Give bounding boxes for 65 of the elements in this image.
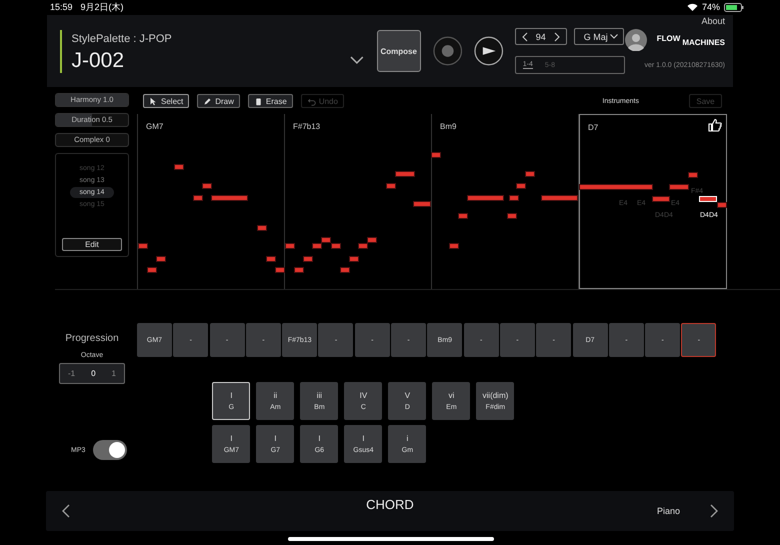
note-block[interactable] [652,196,670,202]
thumbs-up-icon[interactable] [708,118,722,132]
octave-option[interactable]: -1 [68,369,76,378]
chevron-down-icon[interactable] [350,56,364,64]
note-block[interactable] [449,243,459,249]
compose-button[interactable]: Compose [376,30,421,72]
octave-option[interactable]: 1 [112,369,116,378]
status-date: 9月2日(木) [80,0,124,14]
bar-section[interactable]: F#7b13 [285,114,432,289]
note-block[interactable] [669,184,689,190]
accent-bar [60,30,62,72]
tempo-value: 94 [536,32,546,42]
pencil-icon [203,96,212,106]
note-block[interactable] [507,213,517,219]
note-block[interactable] [688,172,698,178]
chord-label: D7 [588,123,598,132]
about-link[interactable]: About [701,16,725,26]
undo-icon [306,96,316,106]
key-value: G Maj [584,32,608,42]
logo-word: FLOW [656,34,680,42]
pointer-icon [149,96,158,106]
tool-button[interactable]: Erase [248,94,293,108]
note-block[interactable] [717,202,727,208]
octave-option[interactable]: 0 [91,369,96,378]
section-title: CHORD [366,497,414,512]
note-block[interactable] [579,184,653,190]
style-palette-label: StylePalette : J-POP [72,32,172,44]
wifi-icon [686,3,698,11]
chevron-down-icon [610,34,618,39]
instrument-label: Piano [656,506,680,516]
battery-icon [724,2,744,12]
note-block[interactable] [257,225,267,231]
note-block[interactable] [211,195,248,201]
note-block[interactable] [431,152,441,158]
chord-label: GM7 [146,122,164,131]
status-time: 15:59 [50,2,73,12]
note-block[interactable] [458,213,468,219]
play-button[interactable] [474,36,504,66]
tempo-control[interactable]: 94 [514,28,567,45]
note-block[interactable] [386,183,396,189]
bar-section[interactable]: GM7 [138,114,285,289]
chevron-right-icon[interactable] [710,504,718,518]
song-title: J-002 [72,48,126,72]
record-button[interactable] [432,36,462,66]
edit-button[interactable]: Edit [62,238,122,251]
note-block[interactable] [541,195,578,201]
bar-section[interactable]: Bm9 [432,114,579,289]
chevron-left-icon[interactable] [62,504,70,518]
trash-icon [254,96,263,106]
chevron-right-icon[interactable] [554,32,560,42]
key-dropdown[interactable]: G Maj [574,28,624,45]
tool-button[interactable]: Select [143,94,190,108]
note-block[interactable] [467,195,504,201]
chord-label: F#7b13 [293,122,320,131]
chord-label: Bm9 [440,122,456,131]
tool-button[interactable]: Draw [197,94,240,108]
avatar [624,29,647,51]
chevron-left-icon[interactable] [522,32,528,42]
logo-word: MACHINES [682,38,725,46]
progression-label: Progression [65,333,119,344]
battery-percent: 74% [702,2,720,12]
mp3-toggle[interactable] [93,440,128,460]
note-block[interactable] [413,201,431,207]
note-block[interactable] [395,171,415,177]
note-block[interactable] [174,164,184,170]
